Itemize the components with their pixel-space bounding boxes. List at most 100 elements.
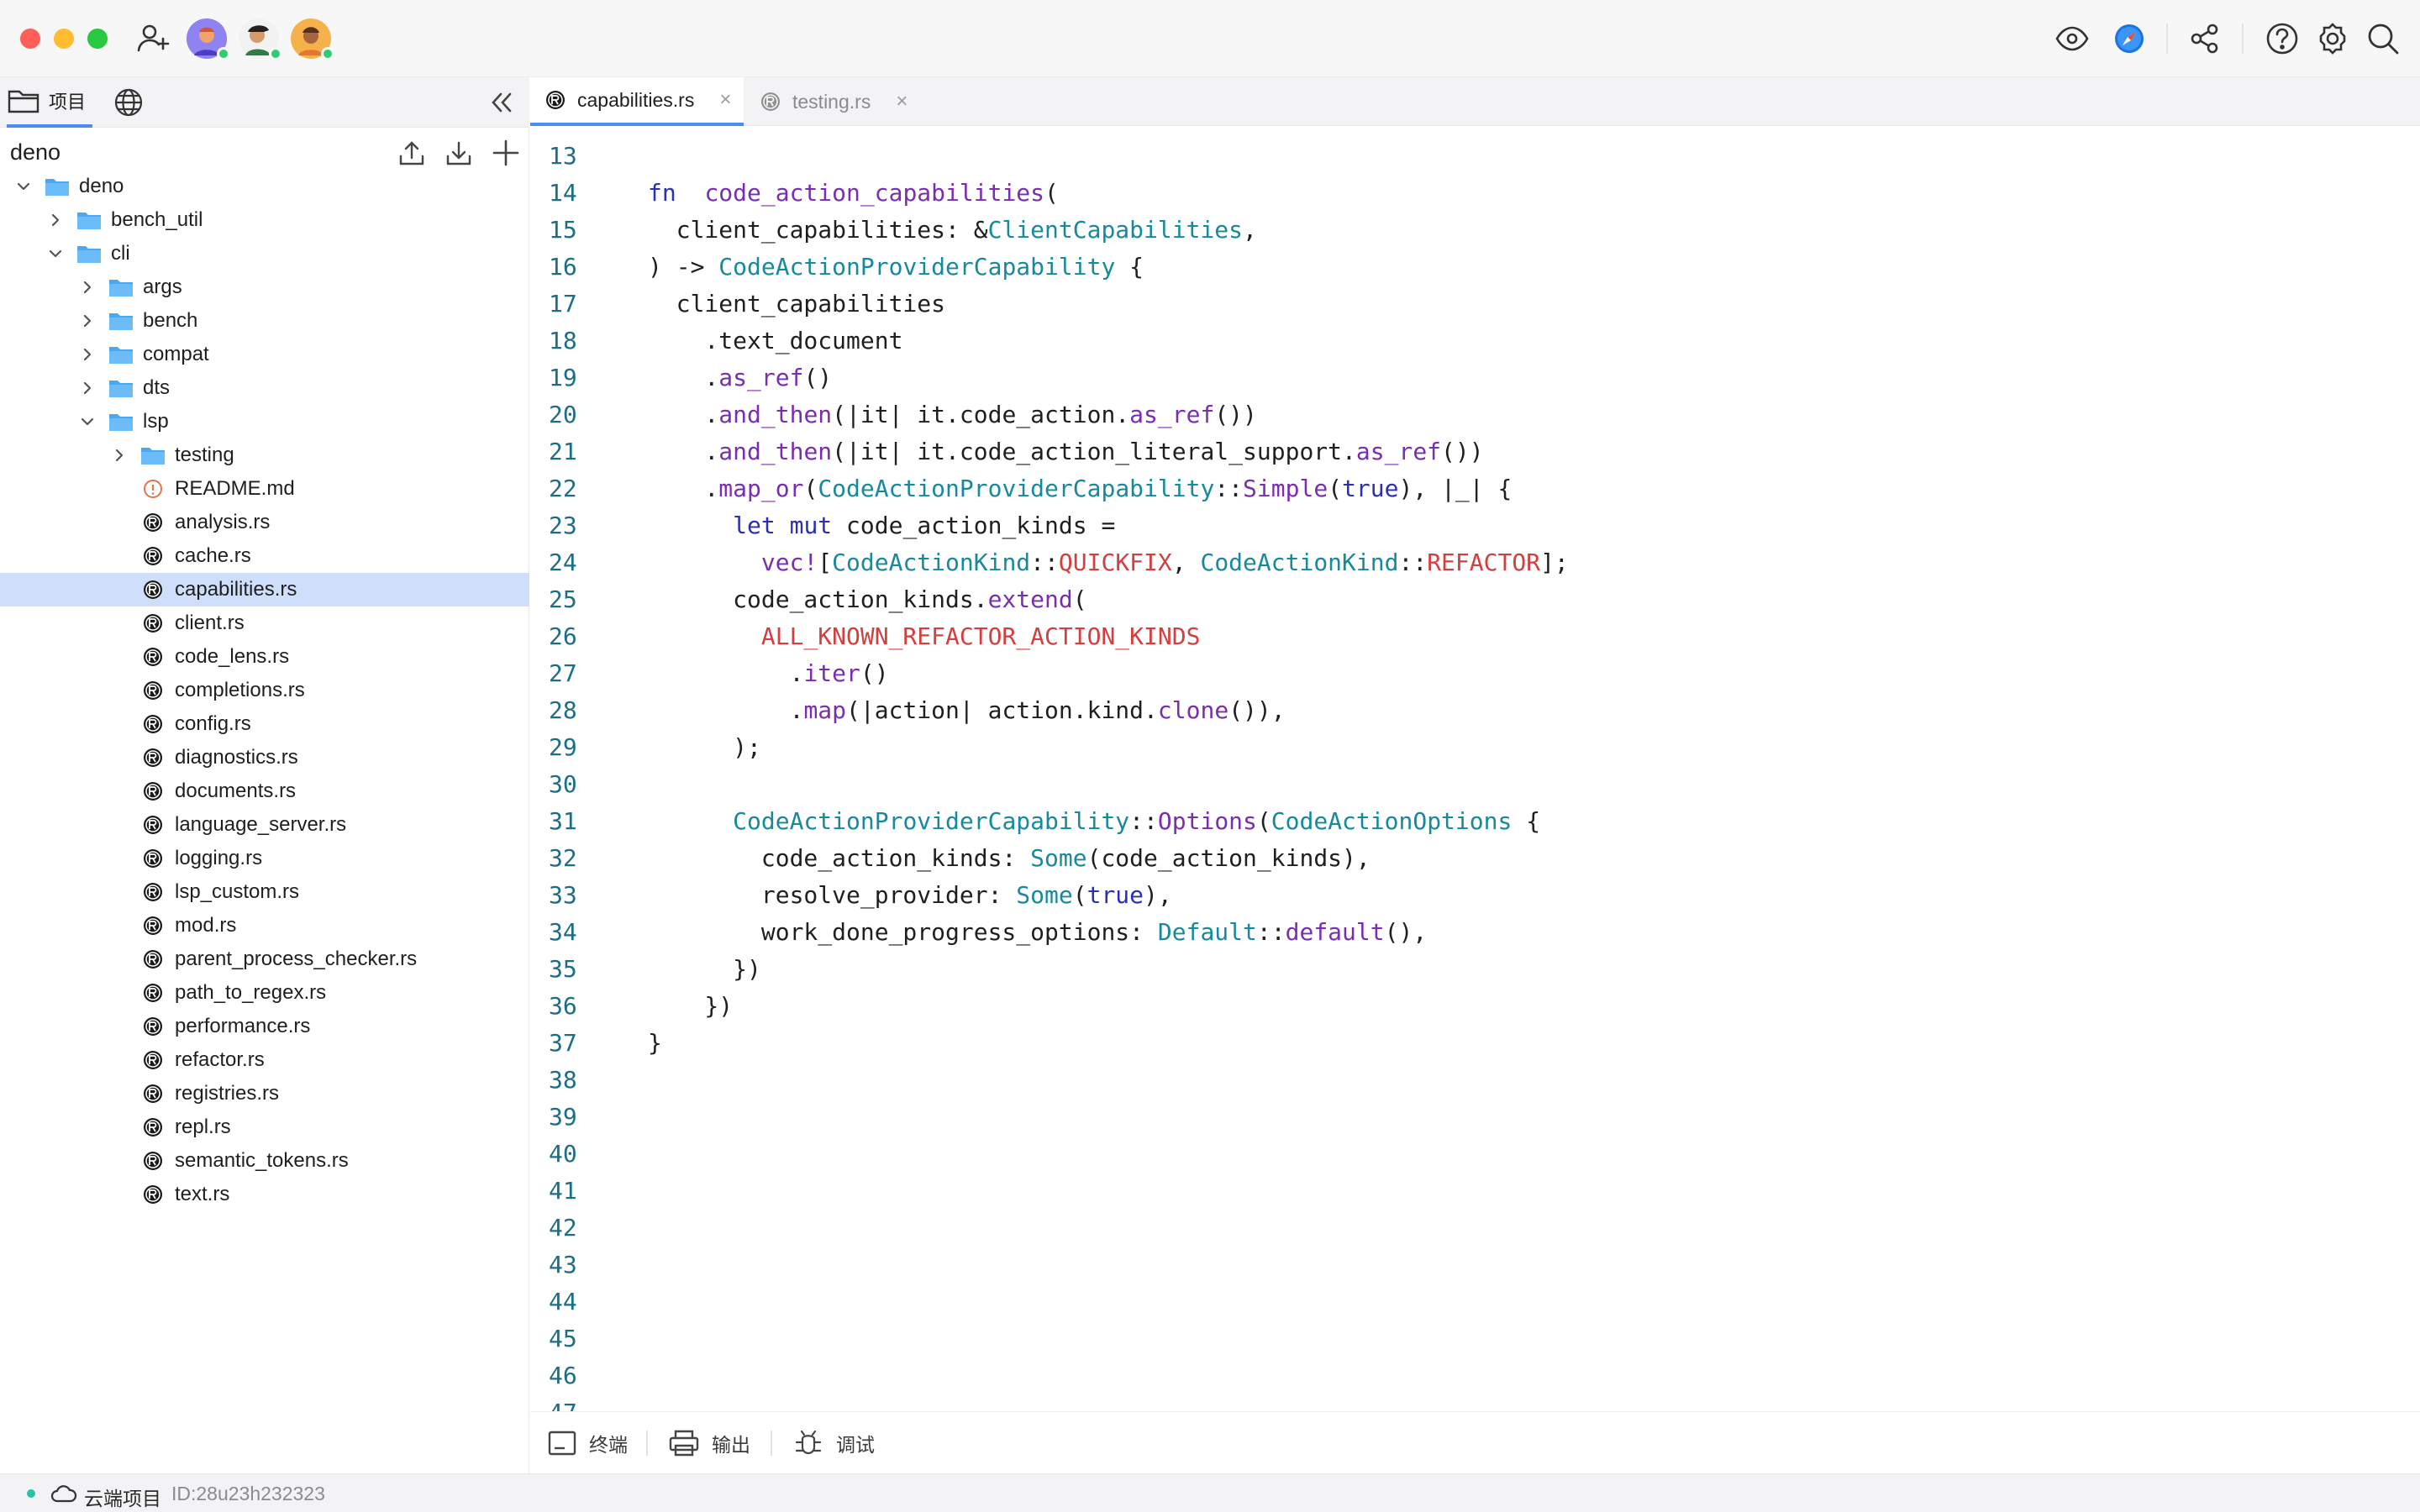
tree-folder[interactable]: bench bbox=[0, 304, 529, 338]
tree-file[interactable]: capabilities.rs bbox=[0, 573, 529, 606]
tree-folder[interactable]: dts bbox=[0, 371, 529, 405]
line-number: 19 bbox=[549, 364, 577, 391]
window-close-button[interactable] bbox=[20, 29, 40, 49]
folder-icon bbox=[109, 347, 133, 364]
output-button[interactable]: 输出 bbox=[668, 1425, 750, 1461]
code-token: map bbox=[803, 696, 847, 724]
tree-item-label: refactor.rs bbox=[175, 1048, 265, 1071]
code-line: 15 client_capabilities: &ClientCapabilit… bbox=[530, 212, 2420, 249]
chevron-right-icon bbox=[83, 314, 92, 328]
tree-item-label: code_lens.rs bbox=[175, 645, 290, 668]
search-icon[interactable] bbox=[2365, 20, 2402, 57]
tree-folder[interactable]: compat bbox=[0, 338, 529, 371]
settings-icon[interactable] bbox=[2314, 20, 2351, 57]
code-line: 37} bbox=[530, 1025, 2420, 1062]
avatar-2[interactable] bbox=[239, 18, 282, 60]
tree-file[interactable]: diagnostics.rs bbox=[0, 741, 529, 774]
tree-file[interactable]: README.md bbox=[0, 472, 529, 506]
line-number: 43 bbox=[549, 1251, 577, 1278]
tree-folder[interactable]: testing bbox=[0, 438, 529, 472]
tab-project[interactable]: 项目 bbox=[7, 77, 92, 128]
cloud-icon bbox=[50, 1485, 77, 1503]
code-text: ALL_KNOWN_REFACTOR_ACTION_KINDS bbox=[648, 618, 1201, 655]
tree-folder[interactable]: bench_util bbox=[0, 203, 529, 237]
code-text: }) bbox=[648, 988, 733, 1025]
code-token: Default bbox=[1157, 918, 1257, 946]
window-minimize-button[interactable] bbox=[54, 29, 74, 49]
code-token: ), |_| { bbox=[1398, 475, 1512, 502]
tree-file[interactable]: config.rs bbox=[0, 707, 529, 741]
tree-file[interactable]: analysis.rs bbox=[0, 506, 529, 539]
tree-file[interactable]: completions.rs bbox=[0, 674, 529, 707]
tree-file[interactable]: path_to_regex.rs bbox=[0, 976, 529, 1010]
tree-file[interactable]: client.rs bbox=[0, 606, 529, 640]
tree-file[interactable]: cache.rs bbox=[0, 539, 529, 573]
code-token: work_done_progress_options: bbox=[648, 918, 1158, 946]
code-token: code_action_kinds. bbox=[648, 585, 988, 613]
tree-file[interactable]: repl.rs bbox=[0, 1110, 529, 1144]
rust-file-icon bbox=[144, 1185, 162, 1204]
tree-folder[interactable]: args bbox=[0, 270, 529, 304]
folder-icon bbox=[109, 313, 133, 330]
rust-file-icon bbox=[144, 648, 162, 666]
tree-file[interactable]: language_server.rs bbox=[0, 808, 529, 842]
add-user-icon[interactable] bbox=[134, 20, 171, 57]
tab-web[interactable] bbox=[113, 77, 150, 128]
collapse-sidebar-icon[interactable] bbox=[484, 86, 518, 119]
code-token: Some bbox=[1030, 844, 1087, 872]
tree-folder[interactable]: lsp bbox=[0, 405, 529, 438]
code-text: client_capabilities: &ClientCapabilities… bbox=[648, 212, 1257, 249]
tree-item-label: completions.rs bbox=[175, 679, 305, 701]
tree-folder[interactable]: cli bbox=[0, 237, 529, 270]
line-number: 38 bbox=[549, 1066, 577, 1094]
tree-file[interactable]: code_lens.rs bbox=[0, 640, 529, 674]
close-tab-icon[interactable]: × bbox=[719, 88, 731, 112]
add-file-icon[interactable] bbox=[491, 138, 521, 168]
debug-button[interactable]: 调试 bbox=[792, 1425, 875, 1461]
tree-file[interactable]: mod.rs bbox=[0, 909, 529, 942]
tree-file[interactable]: refactor.rs bbox=[0, 1043, 529, 1077]
compass-icon[interactable] bbox=[2111, 20, 2148, 57]
code-token: CodeActionProviderCapability bbox=[733, 807, 1130, 835]
tree-file[interactable]: performance.rs bbox=[0, 1010, 529, 1043]
chevron-down-icon bbox=[81, 417, 94, 426]
tree-file[interactable]: registries.rs bbox=[0, 1077, 529, 1110]
editor-tab[interactable]: testing.rs × bbox=[745, 77, 940, 126]
tree-item-label: documents.rs bbox=[175, 780, 297, 802]
code-token: .text_document bbox=[648, 327, 903, 354]
tree-file[interactable]: parent_process_checker.rs bbox=[0, 942, 529, 976]
tree-file[interactable]: documents.rs bbox=[0, 774, 529, 808]
toolbar-separator bbox=[2242, 24, 2244, 54]
code-editor[interactable]: 13 14 fn code_action_capabilities(15 clien… bbox=[530, 126, 2420, 1411]
editor-tab[interactable]: capabilities.rs × bbox=[530, 77, 744, 126]
code-token: CodeActionOptions bbox=[1270, 807, 1512, 835]
terminal-label: 终端 bbox=[589, 1434, 628, 1456]
avatar-1[interactable] bbox=[187, 18, 230, 60]
code-line: 13 bbox=[530, 138, 2420, 175]
share-icon[interactable] bbox=[2186, 20, 2223, 57]
line-number: 30 bbox=[549, 770, 577, 798]
chevron-down-icon bbox=[17, 182, 30, 191]
code-line: 46 bbox=[530, 1357, 2420, 1394]
tree-file[interactable]: logging.rs bbox=[0, 842, 529, 875]
download-icon[interactable] bbox=[444, 138, 474, 168]
code-text: }) bbox=[648, 951, 761, 988]
tree-file[interactable]: text.rs bbox=[0, 1178, 529, 1211]
line-number: 45 bbox=[549, 1325, 577, 1352]
terminal-button[interactable]: 终端 bbox=[547, 1425, 628, 1461]
code-line: 33 resolve_provider: Some(true), bbox=[530, 877, 2420, 914]
code-line: 45 bbox=[530, 1320, 2420, 1357]
eye-icon[interactable] bbox=[2054, 20, 2091, 57]
code-token: ), bbox=[1144, 881, 1172, 909]
tree-file[interactable]: lsp_custom.rs bbox=[0, 875, 529, 909]
tree-file[interactable]: semantic_tokens.rs bbox=[0, 1144, 529, 1178]
code-token: CodeActionProviderCapability bbox=[818, 475, 1215, 502]
avatar-3[interactable] bbox=[291, 18, 334, 60]
tree-folder[interactable]: deno bbox=[0, 170, 529, 203]
help-icon[interactable] bbox=[2264, 20, 2301, 57]
close-tab-icon[interactable]: × bbox=[896, 90, 908, 113]
code-token: resolve_provider: bbox=[648, 881, 1017, 909]
upload-icon[interactable] bbox=[397, 138, 427, 168]
window-maximize-button[interactable] bbox=[87, 29, 108, 49]
